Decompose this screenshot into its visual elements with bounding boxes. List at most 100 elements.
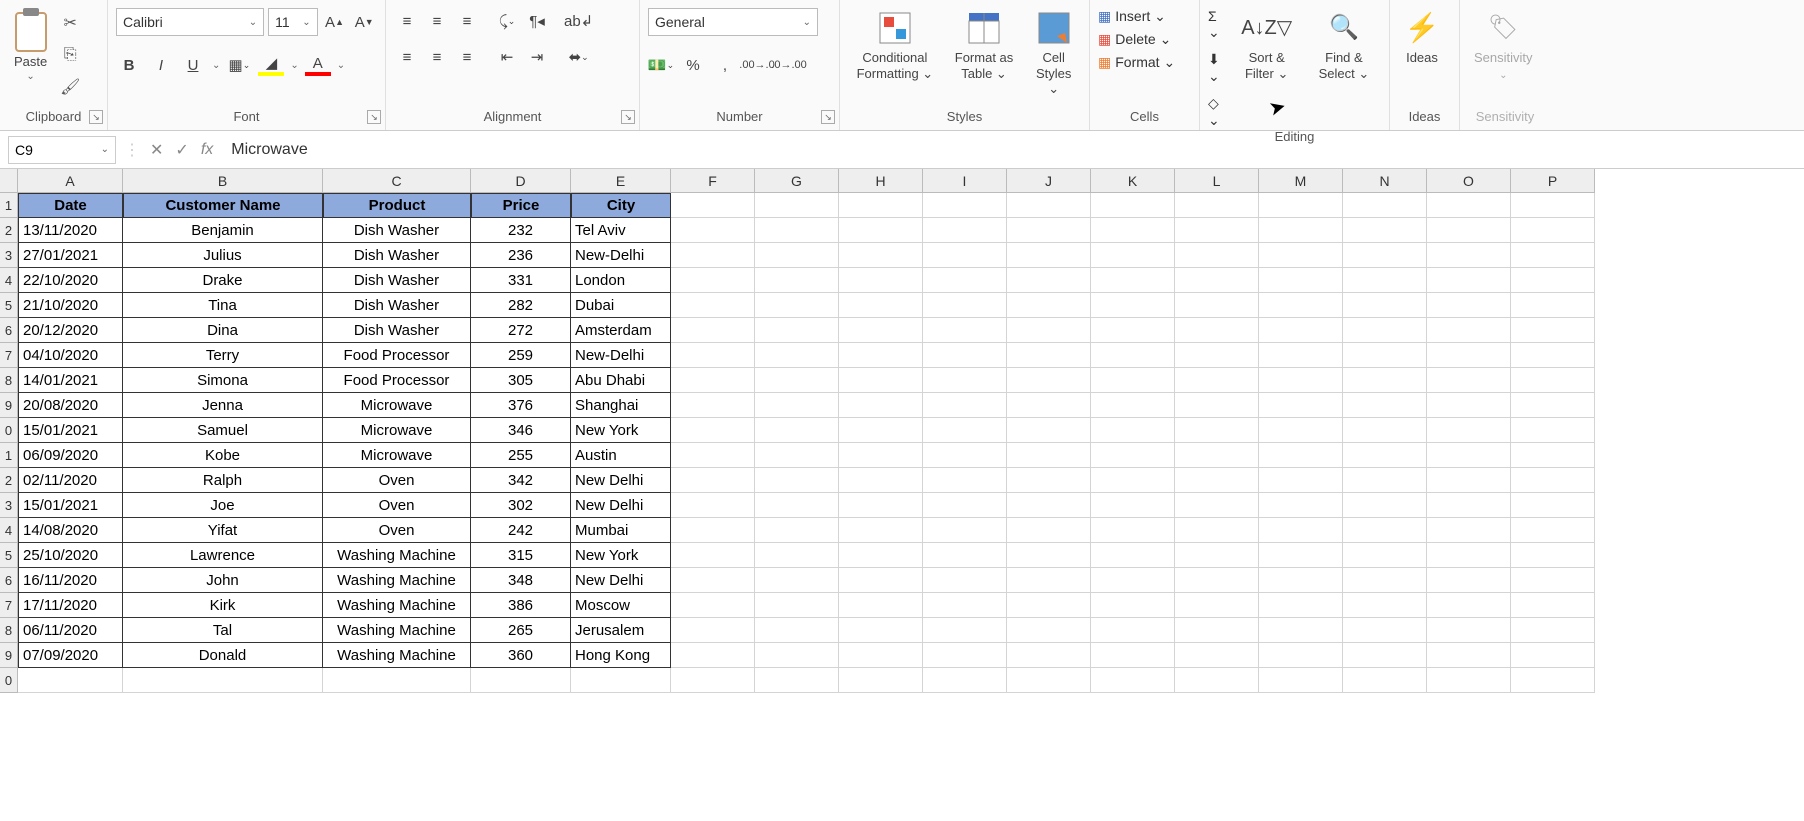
cell[interactable]: Microwave: [323, 418, 471, 443]
cell[interactable]: [923, 243, 1007, 268]
cell[interactable]: [1259, 493, 1343, 518]
cell[interactable]: [923, 193, 1007, 218]
cell[interactable]: [923, 593, 1007, 618]
cell[interactable]: Oven: [323, 468, 471, 493]
cell[interactable]: [1343, 193, 1427, 218]
row-header[interactable]: 3: [0, 243, 18, 268]
cell[interactable]: Tina: [123, 293, 323, 318]
cell[interactable]: [1175, 268, 1259, 293]
cell[interactable]: [1091, 643, 1175, 668]
cancel-icon[interactable]: ✕: [150, 140, 163, 160]
row-header[interactable]: 4: [0, 518, 18, 543]
row-header[interactable]: 9: [0, 393, 18, 418]
alignment-launcher-icon[interactable]: ↘: [621, 110, 635, 124]
cell[interactable]: [1007, 593, 1091, 618]
delete-button[interactable]: ▦Delete ⌄: [1098, 31, 1175, 48]
sort-filter-button[interactable]: A↓Z▽ Sort & Filter ⌄: [1233, 8, 1301, 83]
cell[interactable]: 20/12/2020: [18, 318, 123, 343]
cell[interactable]: [755, 418, 839, 443]
font-name-combo[interactable]: Calibri⌄: [116, 8, 264, 36]
row-header[interactable]: 6: [0, 568, 18, 593]
column-header[interactable]: F: [671, 169, 755, 193]
cell[interactable]: Austin: [571, 443, 671, 468]
cell[interactable]: Shanghai: [571, 393, 671, 418]
cell[interactable]: Price: [471, 193, 571, 218]
cell[interactable]: [1427, 268, 1511, 293]
name-box[interactable]: C9 ⌄: [8, 136, 116, 164]
cell[interactable]: [1427, 318, 1511, 343]
cell[interactable]: [839, 268, 923, 293]
cell[interactable]: [1007, 443, 1091, 468]
cell[interactable]: [1343, 418, 1427, 443]
cell[interactable]: [1091, 493, 1175, 518]
cell[interactable]: [1511, 468, 1595, 493]
cell[interactable]: [923, 543, 1007, 568]
align-bottom-button[interactable]: ≡: [454, 8, 480, 34]
cell[interactable]: [1343, 618, 1427, 643]
cell[interactable]: [1007, 243, 1091, 268]
cell[interactable]: [755, 243, 839, 268]
cell[interactable]: London: [571, 268, 671, 293]
cell[interactable]: [1259, 443, 1343, 468]
cell[interactable]: [755, 218, 839, 243]
column-header[interactable]: M: [1259, 169, 1343, 193]
cell[interactable]: [839, 593, 923, 618]
cell[interactable]: [1091, 318, 1175, 343]
cell[interactable]: [755, 543, 839, 568]
cell[interactable]: [1175, 368, 1259, 393]
column-header[interactable]: K: [1091, 169, 1175, 193]
cell[interactable]: [1511, 343, 1595, 368]
format-button[interactable]: ▦Format ⌄: [1098, 54, 1175, 71]
comma-button[interactable]: ,: [712, 52, 738, 78]
cell[interactable]: [1511, 568, 1595, 593]
cell[interactable]: [839, 493, 923, 518]
select-all-corner[interactable]: [0, 169, 18, 193]
cell[interactable]: [1427, 343, 1511, 368]
insert-button[interactable]: ▦Insert ⌄: [1098, 8, 1175, 25]
cell[interactable]: 21/10/2020: [18, 293, 123, 318]
cell[interactable]: [839, 293, 923, 318]
format-as-table-button[interactable]: Format as Table ⌄: [948, 8, 1021, 83]
cell[interactable]: [1427, 243, 1511, 268]
row-header[interactable]: 5: [0, 293, 18, 318]
cell[interactable]: [1091, 193, 1175, 218]
cut-button[interactable]: ✂: [59, 12, 81, 34]
increase-decimal-button[interactable]: .00→.0: [744, 52, 770, 78]
cell[interactable]: 06/09/2020: [18, 443, 123, 468]
row-header[interactable]: 8: [0, 368, 18, 393]
cell[interactable]: [1259, 368, 1343, 393]
cell[interactable]: [1007, 418, 1091, 443]
column-header[interactable]: N: [1343, 169, 1427, 193]
cell[interactable]: [1007, 668, 1091, 693]
cell[interactable]: [1175, 568, 1259, 593]
cell[interactable]: [1175, 193, 1259, 218]
cell[interactable]: Donald: [123, 643, 323, 668]
cell[interactable]: [1007, 193, 1091, 218]
cell[interactable]: [671, 343, 755, 368]
cell[interactable]: [1007, 393, 1091, 418]
cell[interactable]: New York: [571, 543, 671, 568]
cell[interactable]: [923, 643, 1007, 668]
cell[interactable]: [1007, 618, 1091, 643]
cell[interactable]: [839, 643, 923, 668]
cell[interactable]: Dish Washer: [323, 268, 471, 293]
cell[interactable]: [671, 393, 755, 418]
cell[interactable]: [1259, 643, 1343, 668]
cell-styles-button[interactable]: Cell Styles ⌄: [1026, 8, 1081, 99]
cell[interactable]: Oven: [323, 518, 471, 543]
cell[interactable]: 15/01/2021: [18, 418, 123, 443]
cell[interactable]: [1427, 368, 1511, 393]
cell[interactable]: [1007, 493, 1091, 518]
cell[interactable]: [755, 193, 839, 218]
cell[interactable]: [755, 443, 839, 468]
cell[interactable]: Washing Machine: [323, 568, 471, 593]
cell[interactable]: [1427, 643, 1511, 668]
cell[interactable]: [1091, 593, 1175, 618]
cell[interactable]: [923, 418, 1007, 443]
cell[interactable]: [1343, 643, 1427, 668]
cell[interactable]: New York: [571, 418, 671, 443]
cell[interactable]: [1175, 343, 1259, 368]
cell[interactable]: [671, 418, 755, 443]
column-header[interactable]: A: [18, 169, 123, 193]
cell[interactable]: [755, 318, 839, 343]
